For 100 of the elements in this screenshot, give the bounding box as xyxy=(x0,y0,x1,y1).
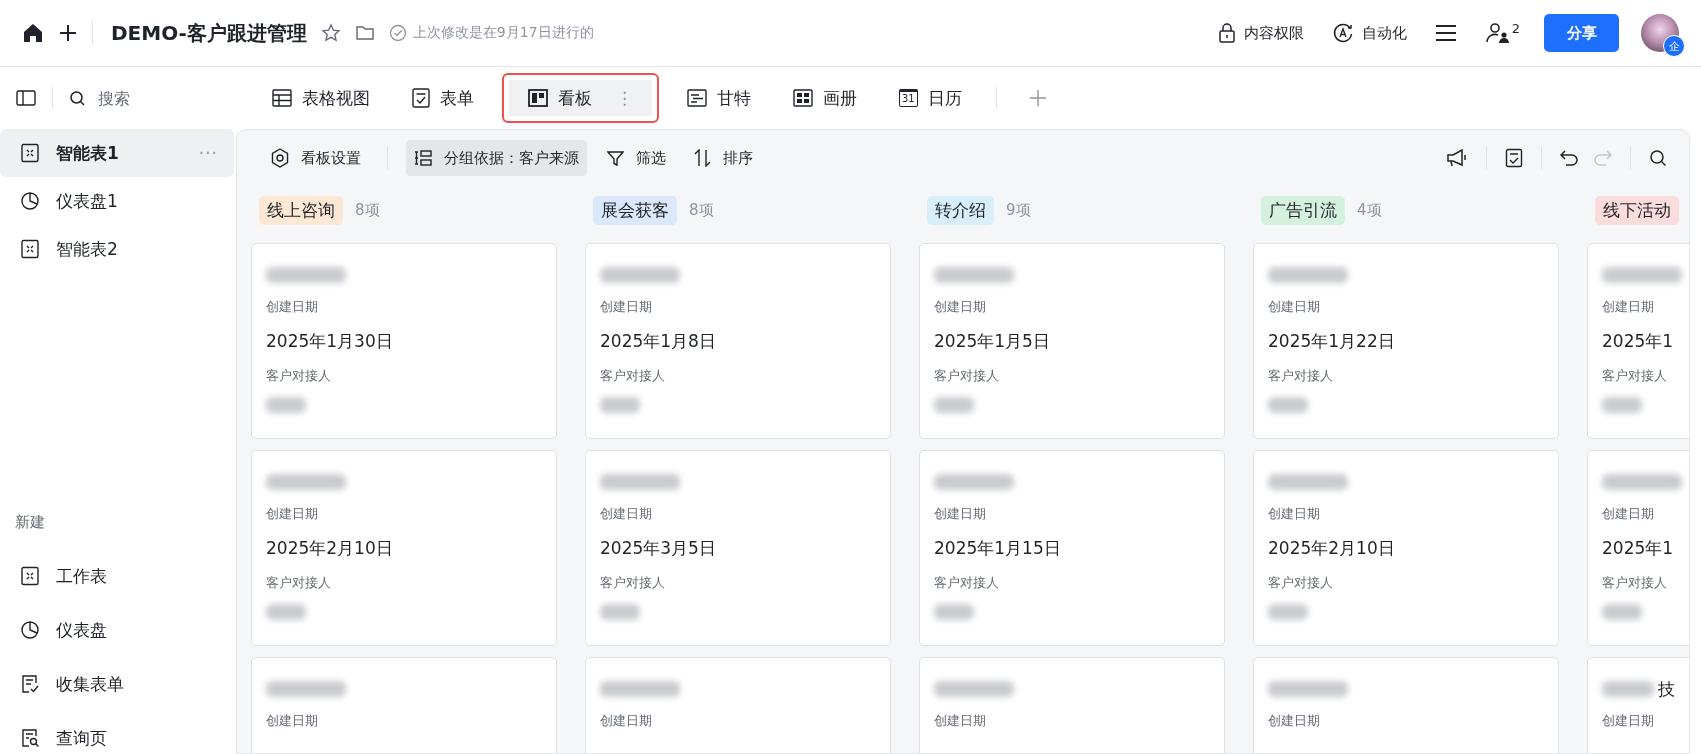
avatar[interactable] xyxy=(1641,14,1679,52)
create-item[interactable]: 仪表盘 xyxy=(0,606,234,654)
record-card[interactable]: 创建日期 2025年1月30日 客户对接人 xyxy=(251,243,557,439)
record-card[interactable]: 创建日期 xyxy=(585,657,891,753)
record-card[interactable]: 创建日期 2025年1月8日 客户对接人 xyxy=(585,243,891,439)
item-count: 8项 xyxy=(689,200,714,220)
field-label: 创建日期 xyxy=(934,712,987,730)
megaphone-icon[interactable] xyxy=(1446,148,1468,168)
create-item[interactable]: 收集表单 xyxy=(0,660,234,708)
group-by-button[interactable]: 分组依据：客户来源 xyxy=(406,140,587,176)
menu-icon[interactable] xyxy=(1434,24,1457,42)
checklist-icon[interactable] xyxy=(1505,148,1523,168)
star-icon[interactable] xyxy=(320,23,341,43)
field-value: 2025年1 xyxy=(1602,537,1675,560)
view-tab[interactable]: 表格视图 xyxy=(258,73,384,123)
calendar-icon: 31 xyxy=(899,89,918,107)
section-heading: 新建 xyxy=(14,513,46,533)
create-item[interactable]: 查询页 xyxy=(0,714,234,754)
search-icon[interactable] xyxy=(1649,149,1667,167)
redacted-text xyxy=(1602,604,1642,620)
view-tab[interactable]: 甘特 xyxy=(673,73,765,123)
table-icon xyxy=(272,89,292,107)
sidebar-item[interactable]: 仪表盘1 xyxy=(0,177,234,225)
field-label: 创建日期 xyxy=(600,298,653,316)
sidebar-item[interactable]: 智能表2 xyxy=(0,225,234,273)
field-label: 客户对接人 xyxy=(934,367,1000,385)
share-button[interactable]: 分享 xyxy=(1544,14,1619,52)
redacted-text xyxy=(1268,604,1308,620)
create-item[interactable]: 工作表 xyxy=(0,552,234,600)
field-label: 客户对接人 xyxy=(1268,574,1334,592)
undo-icon[interactable] xyxy=(1560,149,1580,167)
view-tab[interactable]: 画册 xyxy=(779,73,871,123)
kanban-icon xyxy=(528,89,548,107)
redacted-text xyxy=(1602,681,1654,697)
gallery-icon xyxy=(793,89,813,107)
record-card[interactable]: 创建日期 2025年2月10日 客户对接人 xyxy=(251,450,557,646)
group-tag: 线下活动 xyxy=(1595,195,1679,225)
field-label: 创建日期 xyxy=(1268,298,1321,316)
collaborators-button[interactable]: 2 xyxy=(1484,21,1520,45)
record-card[interactable]: 创建日期 2025年1月22日 客户对接人 xyxy=(1253,243,1559,439)
field-label: 创建日期 xyxy=(600,712,653,730)
view-tab[interactable]: 表单 xyxy=(398,73,488,123)
field-label: 创建日期 xyxy=(934,505,987,523)
sidebar-toggle-icon[interactable] xyxy=(16,90,36,106)
record-card[interactable]: 创建日期 xyxy=(919,657,1225,753)
field-label: 客户对接人 xyxy=(934,574,1000,592)
field-label: 客户对接人 xyxy=(1602,574,1668,592)
board-settings-button[interactable]: 看板设置 xyxy=(263,140,369,176)
sheet-icon xyxy=(20,239,40,259)
view-tab[interactable]: 31 日历 xyxy=(885,73,976,123)
view-tab[interactable]: 看板 ⋮ xyxy=(502,73,659,123)
field-label: 客户对接人 xyxy=(1268,367,1334,385)
item-count: 4项 xyxy=(1357,200,1382,220)
filter-button[interactable]: 筛选 xyxy=(599,140,674,176)
sort-icon xyxy=(694,149,711,167)
record-card[interactable]: 创建日期 2025年3月5日 客户对接人 xyxy=(585,450,891,646)
field-label: 创建日期 xyxy=(1602,298,1655,316)
folder-icon[interactable] xyxy=(354,24,375,42)
sort-button[interactable]: 排序 xyxy=(686,140,761,176)
record-card[interactable]: 技 创建日期 xyxy=(1587,657,1689,753)
automation-icon xyxy=(1331,22,1354,44)
field-label: 客户对接人 xyxy=(600,367,666,385)
permissions-button[interactable]: 内容权限 xyxy=(1217,23,1304,43)
field-label: 创建日期 xyxy=(266,505,319,523)
field-label: 客户对接人 xyxy=(266,574,332,592)
form-check-icon xyxy=(412,88,430,108)
field-label: 创建日期 xyxy=(600,505,653,523)
form-check-icon xyxy=(20,674,40,694)
record-card[interactable]: 创建日期 2025年2月10日 客户对接人 xyxy=(1253,450,1559,646)
record-card[interactable]: 创建日期 2025年1月15日 客户对接人 xyxy=(919,450,1225,646)
group-tag: 转介绍 xyxy=(927,195,994,225)
record-card[interactable]: 创建日期 2025年1月5日 客户对接人 xyxy=(919,243,1225,439)
field-value: 2025年1月5日 xyxy=(934,330,1051,353)
card-title: 技 xyxy=(1658,677,1675,701)
field-value: 2025年1月22日 xyxy=(1268,330,1396,353)
redacted-text xyxy=(1602,397,1642,413)
field-value: 2025年3月5日 xyxy=(600,537,717,560)
field-value: 2025年1月30日 xyxy=(266,330,394,353)
field-label: 创建日期 xyxy=(1268,505,1321,523)
home-icon[interactable] xyxy=(22,22,44,44)
redacted-text xyxy=(600,397,640,413)
record-card[interactable]: 创建日期 xyxy=(251,657,557,753)
field-label: 创建日期 xyxy=(934,298,987,316)
redacted-text xyxy=(1268,397,1308,413)
add-icon[interactable] xyxy=(58,23,78,43)
automation-button[interactable]: 自动化 xyxy=(1331,22,1407,44)
search-icon xyxy=(69,89,86,107)
group-tag: 展会获客 xyxy=(593,195,677,225)
redacted-text xyxy=(266,397,306,413)
sheet-icon xyxy=(20,143,40,163)
record-card[interactable]: 创建日期 xyxy=(1253,657,1559,753)
check-circle-icon xyxy=(388,24,407,42)
search-field[interactable]: 搜索 xyxy=(98,88,198,108)
sidebar-item[interactable]: 智能表1 ··· xyxy=(0,129,234,177)
record-card[interactable]: 创建日期 2025年1 客户对接人 xyxy=(1587,450,1689,646)
field-value: 2025年1 xyxy=(1602,330,1675,353)
record-card[interactable]: 创建日期 2025年1 客户对接人 xyxy=(1587,243,1689,439)
group-tag: 线上咨询 xyxy=(259,195,343,225)
enterprise-badge: 企 xyxy=(1663,35,1685,57)
filter-icon xyxy=(607,149,624,167)
